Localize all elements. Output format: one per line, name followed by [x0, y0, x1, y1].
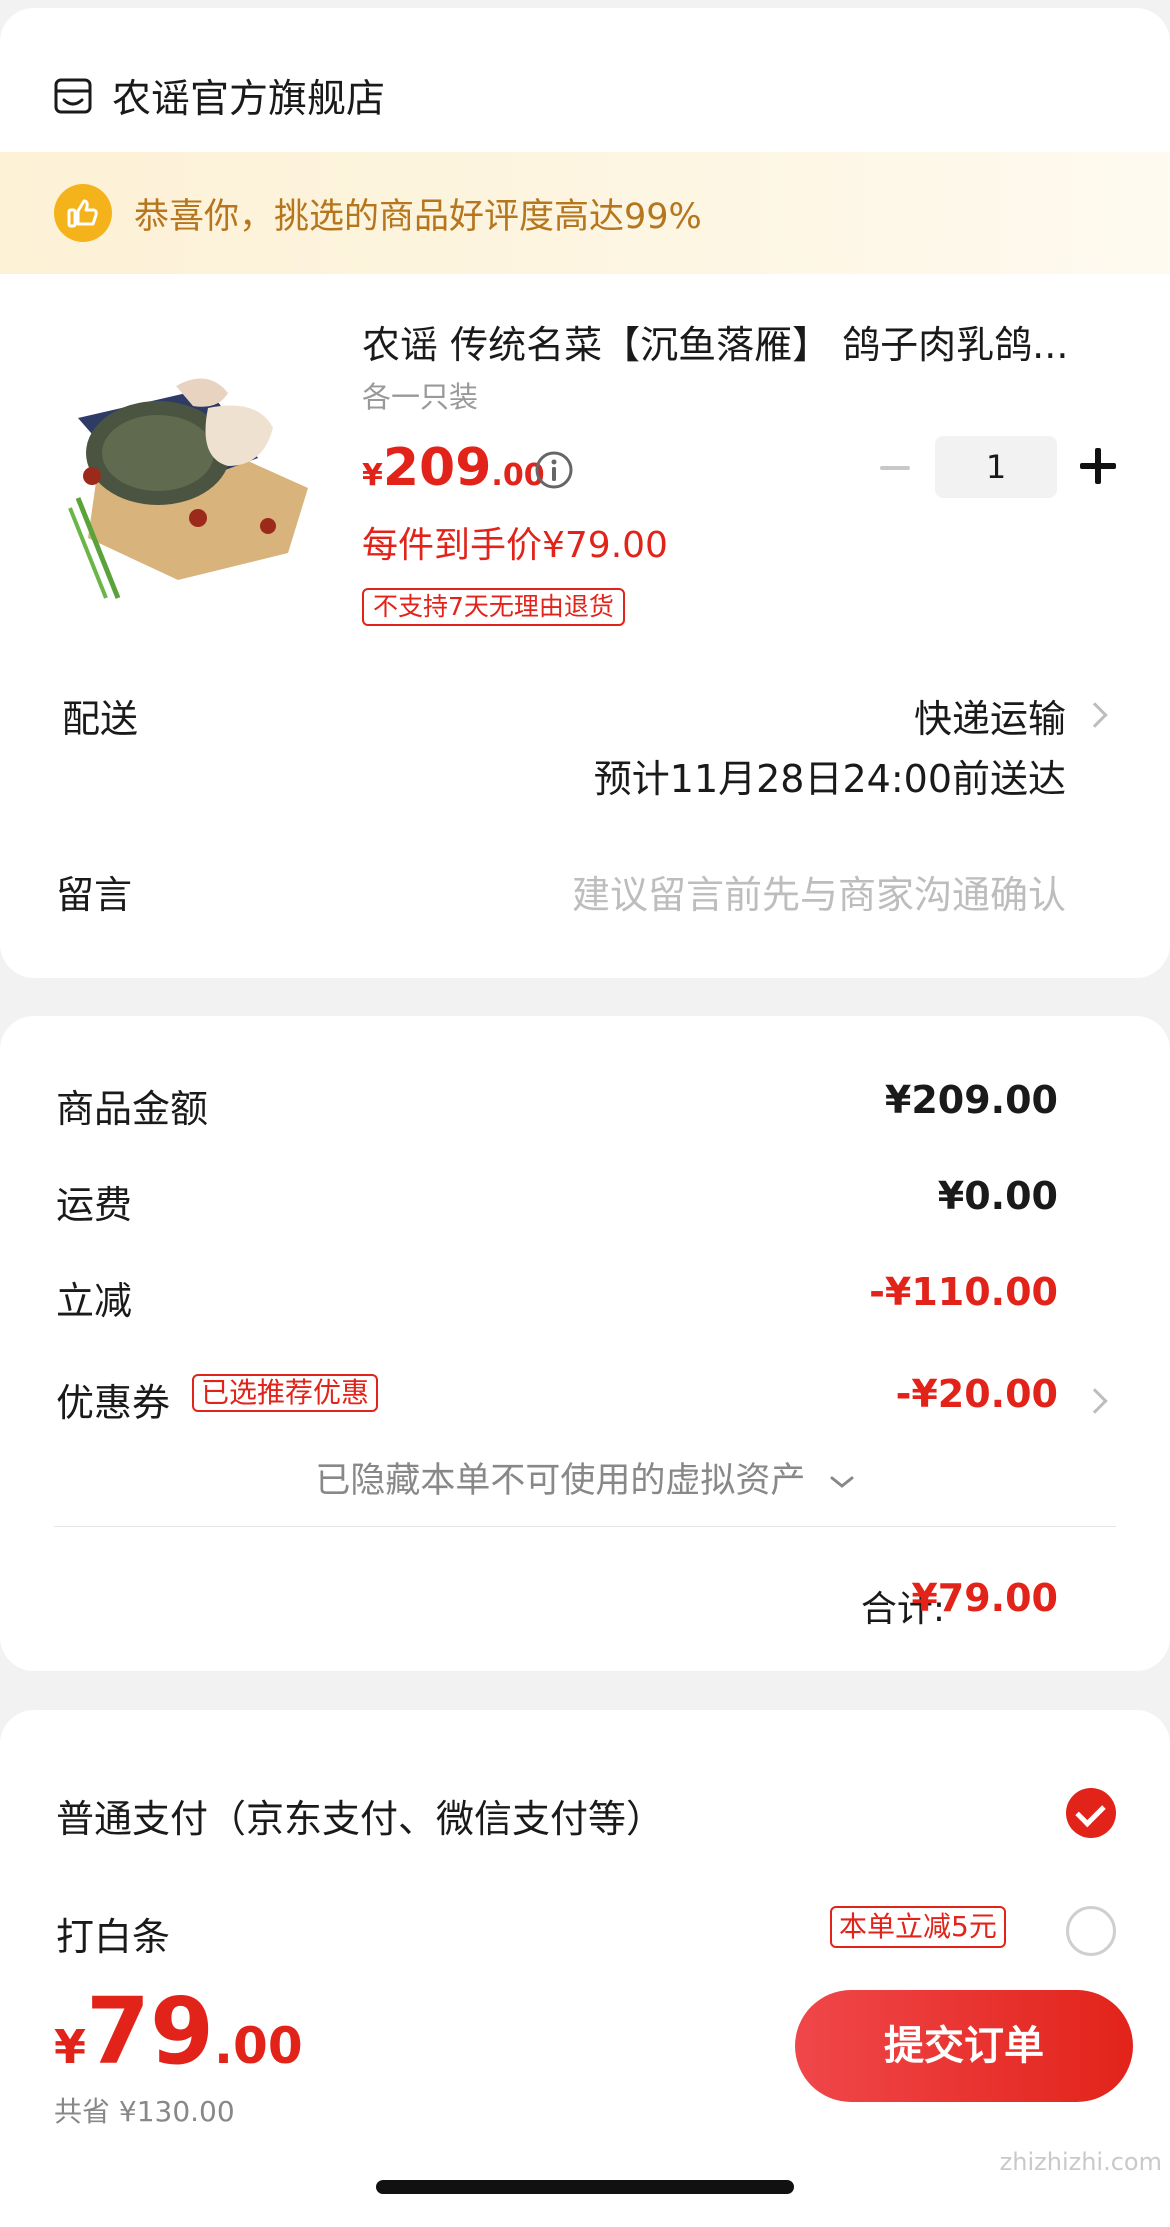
thumbs-up-icon [54, 184, 112, 242]
divider [54, 1526, 1116, 1527]
submit-order-button[interactable]: 提交订单 [795, 1990, 1133, 2102]
unit-price: 每件到手价¥79.00 [362, 525, 668, 566]
instant-discount-value: -¥110.00 [869, 1270, 1058, 1314]
price-integer: 209 [382, 438, 492, 498]
delivery-eta: 预计11月28日24:00前送达 [593, 757, 1066, 801]
order-store-card: 农谣官方旗舰店 恭喜你，挑选的商品好评度高达99% 农谣 传统名菜【沉鱼落雁】 … [0, 8, 1170, 978]
goods-amount-label: 商品金额 [56, 1087, 209, 1131]
rating-banner: 恭喜你，挑选的商品好评度高达99% [0, 152, 1170, 274]
checkout-price-decimal: .00 [214, 2017, 303, 2075]
chevron-down-icon [830, 1476, 854, 1488]
home-indicator[interactable] [376, 2180, 794, 2194]
store-name: 农谣官方旗舰店 [112, 77, 386, 122]
info-icon[interactable] [534, 450, 574, 490]
shipping-fee-label: 运费 [56, 1183, 133, 1227]
delivery-label: 配送 [62, 697, 139, 741]
goods-amount-value: ¥209.00 [884, 1078, 1058, 1122]
watermark: zhizhizhi.com [999, 2148, 1162, 2176]
note-label: 留言 [56, 873, 133, 917]
total-saved: 共省 ¥130.00 [54, 2095, 235, 2128]
coupon-label[interactable]: 优惠券 [56, 1372, 170, 1427]
chevron-right-icon[interactable] [1082, 1388, 1108, 1414]
checkout-price-integer: 79 [86, 1978, 215, 2085]
hidden-assets-text: 已隐藏本单不可使用的虚拟资产 [315, 1461, 806, 1501]
payment-baitiao-label[interactable]: 打白条 [56, 1906, 170, 1961]
price-currency: ¥ [362, 458, 383, 493]
quantity-input[interactable]: 1 [935, 436, 1057, 498]
instant-discount-label: 立减 [56, 1279, 133, 1323]
payment-method-card: 普通支付（京东支付、微信支付等） 打白条 本单立减5元 [0, 1710, 1170, 2010]
price-summary-card: 商品金额 ¥209.00 运费 ¥0.00 立减 -¥110.00 优惠券 已选… [0, 1016, 1170, 1671]
payment-baitiao-radio[interactable] [1066, 1906, 1116, 1956]
note-input[interactable]: 建议留言前先与商家沟通确认 [572, 864, 1066, 919]
checkout-total-price: ¥ 79 .00 [54, 1978, 303, 2086]
coupon-recommended-tag: 已选推荐优惠 [192, 1374, 379, 1412]
quantity-increase-button[interactable] [1080, 448, 1116, 484]
payment-normal-label[interactable]: 普通支付（京东支付、微信支付等） [56, 1788, 664, 1843]
store-header[interactable]: 农谣官方旗舰店 [54, 66, 385, 126]
product-image[interactable] [58, 348, 324, 604]
hidden-assets-toggle[interactable]: 已隐藏本单不可使用的虚拟资产 [0, 1452, 1170, 1503]
chevron-right-icon[interactable] [1082, 702, 1108, 728]
no-return-tag: 不支持7天无理由退货 [362, 588, 625, 626]
product-price: ¥ 209 .00 [362, 438, 545, 498]
product-spec: 各一只装 [362, 380, 479, 414]
total-value: ¥79.00 [911, 1576, 1058, 1620]
store-icon [54, 78, 92, 114]
quantity-decrease-button[interactable] [880, 436, 914, 500]
checkout-price-currency: ¥ [54, 2020, 87, 2074]
checkout-bar: ¥ 79 .00 共省 ¥130.00 提交订单 zhizhizhi.com [0, 1978, 1170, 2227]
product-title[interactable]: 农谣 传统名菜【沉鱼落雁】 鸽子肉乳鸽... [362, 314, 1122, 369]
baitiao-discount-tag: 本单立减5元 [830, 1906, 1006, 1948]
rating-banner-text: 恭喜你，挑选的商品好评度高达99% [134, 196, 702, 237]
delivery-method[interactable]: 快递运输 [914, 688, 1066, 743]
coupon-value[interactable]: -¥20.00 [896, 1372, 1058, 1416]
payment-normal-radio[interactable] [1066, 1788, 1116, 1838]
shipping-fee-value: ¥0.00 [937, 1174, 1058, 1218]
